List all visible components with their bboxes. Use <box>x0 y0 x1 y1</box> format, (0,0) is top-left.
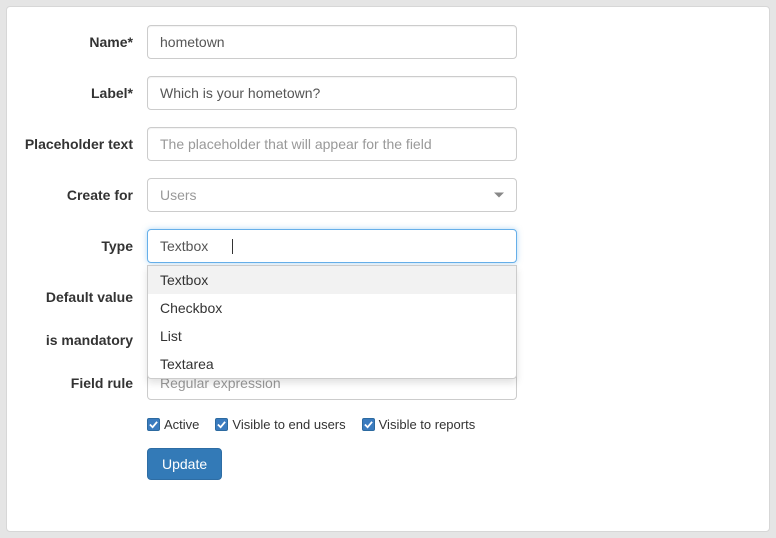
row-name: Name* <box>7 25 757 59</box>
label-type: Type <box>7 229 147 255</box>
checkbox-visible-reports-label: Visible to reports <box>379 417 476 432</box>
row-label: Label* <box>7 76 757 110</box>
name-input[interactable] <box>147 25 517 59</box>
label-name: Name* <box>7 25 147 51</box>
type-option-checkbox[interactable]: Checkbox <box>148 294 516 322</box>
label-placeholder: Placeholder text <box>7 127 147 153</box>
label-label: Label* <box>7 76 147 102</box>
label-field-rule: Field rule <box>7 366 147 392</box>
label-input[interactable] <box>147 76 517 110</box>
checkbox-visible-end-users[interactable]: Visible to end users <box>215 417 345 432</box>
checkbox-row: Active Visible to end users Visible to r… <box>147 417 757 432</box>
create-for-selected: Users <box>160 187 197 203</box>
create-for-select[interactable]: Users <box>147 178 517 212</box>
type-option-textarea[interactable]: Textarea <box>148 350 516 378</box>
checkbox-visible-reports[interactable]: Visible to reports <box>362 417 476 432</box>
check-icon <box>362 418 375 431</box>
type-select[interactable]: Textbox <box>147 229 517 263</box>
checkbox-active[interactable]: Active <box>147 417 199 432</box>
checkbox-visible-end-users-label: Visible to end users <box>232 417 345 432</box>
checkbox-active-label: Active <box>164 417 199 432</box>
row-placeholder: Placeholder text <box>7 127 757 161</box>
type-option-textbox[interactable]: Textbox <box>148 266 516 294</box>
label-create-for: Create for <box>7 178 147 204</box>
chevron-down-icon <box>494 193 504 198</box>
label-default-value: Default value <box>7 280 147 306</box>
row-create-for: Create for Users <box>7 178 757 212</box>
type-dropdown: Textbox Checkbox List Textarea <box>147 265 517 379</box>
placeholder-input[interactable] <box>147 127 517 161</box>
type-selected: Textbox <box>160 238 208 254</box>
check-icon <box>215 418 228 431</box>
check-icon <box>147 418 160 431</box>
row-type: Type Textbox Textbox Checkbox List Texta… <box>7 229 757 263</box>
form-panel: Name* Label* Placeholder text Create for… <box>6 6 770 532</box>
text-cursor <box>232 239 233 254</box>
type-option-list[interactable]: List <box>148 322 516 350</box>
update-button[interactable]: Update <box>147 448 222 480</box>
label-is-mandatory: is mandatory <box>7 323 147 349</box>
